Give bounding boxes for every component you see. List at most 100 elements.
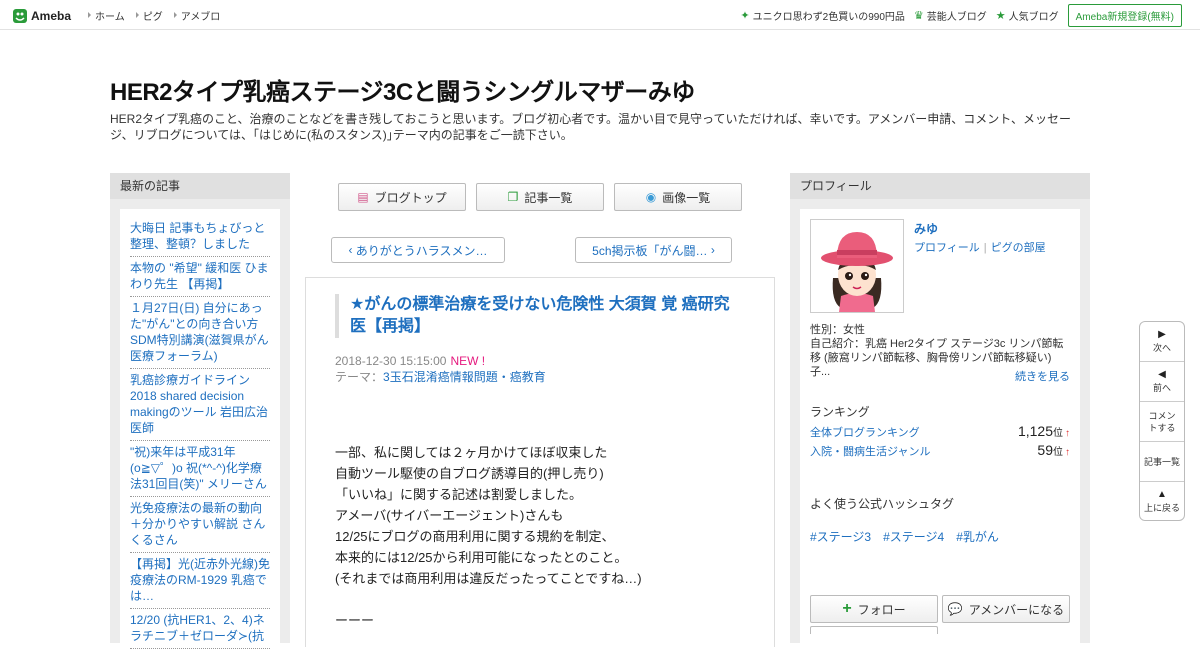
side-top-label: 上に戻る [1143, 503, 1180, 513]
list-item[interactable]: 光免疫療法の最新の動向＋分かりやすい解説 さんくるさん [130, 497, 270, 553]
next-article-label: 5ch掲示板「がん闘… [592, 243, 708, 258]
uniqlo-link-label: ユニクロ思わず2色買いの990円品 [752, 11, 905, 23]
nav-pigg[interactable]: ピグ [136, 8, 163, 23]
prev-article-button[interactable]: ‹ ありがとうハラスメン… [331, 237, 505, 263]
side-article-list-button[interactable]: 記事一覧 [1140, 442, 1184, 482]
overall-ranking-link[interactable]: 全体ブログランキング [810, 424, 920, 440]
avatar[interactable] [810, 219, 904, 313]
side-nav: ▶ 次へ ◀ 前へ コメントする 記事一覧 ▲ 上に戻る [1139, 321, 1185, 521]
trend-up-icon: ↑ [1065, 428, 1070, 439]
trend-up-icon: ↑ [1065, 447, 1070, 458]
list-item[interactable]: 本物の "希望" 緩和医 ひまわり先生 【再掲】 [130, 257, 270, 297]
profile-name[interactable]: みゆ [914, 220, 938, 237]
image-list-button[interactable]: ◉ 画像一覧 [614, 183, 742, 211]
recent-article-link[interactable]: 12/20 (抗HER1、2、4)ネラチニブ＋ゼローダ≻(抗 [130, 613, 265, 643]
logo-text: Ameba [31, 8, 72, 23]
article-date: 2018-12-30 15:15:00 [335, 354, 447, 368]
blog-toolbar: ▤ ブログトップ ❐ 記事一覧 ◉ 画像一覧 [338, 183, 742, 211]
recent-article-link[interactable]: 光免疫療法の最新の動向＋分かりやすい解説 さんくるさん [130, 501, 265, 547]
article-meta: 2018-12-30 15:15:00 NEW ! テーマ：3玉石混淆癌情報問題・… [335, 353, 546, 385]
ranking-value: 1,125位 ↑ [1018, 423, 1070, 439]
image-list-label: 画像一覧 [662, 190, 711, 205]
celebrity-blog-label: 芸能人ブログ [926, 11, 987, 23]
prev-article-label: ありがとうハラスメン… [355, 243, 488, 258]
nav-ameblo[interactable]: アメブロ [174, 8, 221, 23]
side-comment-button[interactable]: コメントする [1140, 402, 1184, 442]
star-icon: ★ [995, 9, 1006, 22]
celebrity-blog-link[interactable]: ♛ 芸能人ブログ [914, 8, 987, 23]
recent-article-link[interactable]: 大晦日 記事もちょびっと整理、整頓？しました [130, 221, 265, 251]
rank-number: 59 [1037, 442, 1053, 458]
recent-articles-heading: 最新の記事 [110, 173, 290, 199]
ameba-logo-icon [13, 8, 27, 23]
hashtag-link[interactable]: #ステージ3 [810, 528, 871, 545]
profile-gender: 性別：女性 [810, 324, 865, 336]
next-article-button[interactable]: 5ch掲示板「がん闘… › [575, 237, 732, 263]
hashtag-link[interactable]: #乳がん [956, 528, 999, 545]
list-item[interactable]: 大晦日 記事もちょびっと整理、整頓？しました [130, 217, 270, 257]
read-more-link[interactable]: 続きを見る [1015, 368, 1070, 384]
top-bar: Ameba ホーム ピグ アメブロ ✦ ユニクロ思わず2色買いの990円品 ♛ 芸能… [0, 0, 1200, 30]
popular-blog-link[interactable]: ★ 人気ブログ [996, 8, 1059, 23]
recent-article-link[interactable]: 本物の "希望" 緩和医 ひまわり先生 【再掲】 [130, 261, 269, 291]
uniqlo-link[interactable]: ✦ ユニクロ思わず2色買いの990円品 [740, 8, 904, 23]
article-line: 12/25にブログの商用利用に関する規約を制定、 [335, 529, 615, 544]
recent-article-link[interactable]: 【再掲】光(近赤外光線)免疫療法のRM-1929 乳癌では… [130, 557, 270, 603]
blog-top-label: ブログトップ [374, 190, 447, 205]
recent-article-link[interactable]: "祝)来年は平成31年(o≧▽゜)o 祝(*^-^)化学療法31回目(笑)" メ… [130, 445, 267, 491]
profile-link[interactable]: プロフィール [914, 242, 980, 254]
side-comment-label: コメントする [1148, 410, 1176, 433]
chevron-right-icon: › [710, 243, 715, 257]
chevron-left-icon: ‹ [348, 243, 353, 257]
register-button[interactable]: Ameba新規登録(無料) [1067, 3, 1182, 27]
top-nav: ホーム ピグ アメブロ [88, 0, 231, 30]
article-list-label: 記事一覧 [524, 190, 573, 205]
pigg-room-link[interactable]: ピグの部屋 [991, 242, 1046, 254]
prev-icon: ◀ [1158, 368, 1166, 380]
profile-panel: プロフィール みゆ プロフィール | ピグの部屋 性別：女性 自己紹介：乳癌 H… [790, 173, 1090, 643]
article-line [335, 589, 642, 610]
profile-heading: プロフィール [790, 173, 1090, 199]
sparkle-icon: ✦ [740, 9, 750, 22]
side-top-button[interactable]: ▲ 上に戻る [1140, 482, 1184, 522]
article-list-button[interactable]: ❐ 記事一覧 [476, 183, 604, 211]
side-next-label: 次へ [1152, 342, 1171, 353]
ranking-value: 59位 ↑ [1037, 442, 1070, 458]
rank-unit: 位 [1053, 428, 1063, 439]
top-icon: ▲ [1157, 489, 1167, 500]
list-item[interactable]: 【再掲】光(近赤外光線)免疫療法のRM-1929 乳癌では… [130, 553, 270, 609]
profile-links: プロフィール | ピグの部屋 [914, 239, 1046, 255]
side-prev-label: 前へ [1152, 382, 1171, 393]
plus-icon: + [842, 600, 852, 617]
recent-articles-panel: 最新の記事 大晦日 記事もちょびっと整理、整頓？しました 本物の "希望" 緩和… [110, 173, 290, 649]
list-item[interactable]: １月27日(日) 自分にあった"がん"との向き合い方SDM特別講演(滋賀県がん医… [130, 297, 270, 369]
article-line: アメーバ(サイバーエージェント)さんも [335, 508, 564, 523]
genre-ranking-link[interactable]: 入院・闘病生活ジャンル [810, 443, 930, 459]
list-item[interactable]: 乳癌診療ガイドライン2018 shared decision makingのツー… [130, 369, 270, 441]
rank-unit: 位 [1053, 447, 1063, 458]
amember-button[interactable]: 💬 アメンバーになる [942, 595, 1070, 623]
side-prev-button[interactable]: ◀ 前へ [1140, 362, 1184, 402]
recent-article-link[interactable]: １月27日(日) 自分にあった"がん"との向き合い方SDM特別講演(滋賀県がん医… [130, 301, 269, 363]
new-badge: NEW ! [450, 354, 486, 368]
article-line: 一部、私に関しては２ヶ月かけてほぼ収束した [335, 445, 608, 460]
ranking-row: 全体ブログランキング 1,125位 ↑ [810, 423, 1070, 440]
nav-home[interactable]: ホーム [88, 8, 125, 23]
hashtag-link[interactable]: #ステージ4 [883, 528, 944, 545]
blog-top-button[interactable]: ▤ ブログトップ [338, 183, 466, 211]
list-item[interactable]: "祝)来年は平成31年(o≧▽゜)o 祝(*^-^)化学療法31回目(笑)" メ… [130, 441, 270, 497]
ranking-row: 入院・闘病生活ジャンル 59位 ↑ [810, 442, 1070, 459]
theme-link[interactable]: 3玉石混淆癌情報問題・癌教育 [383, 370, 546, 384]
side-next-button[interactable]: ▶ 次へ [1140, 322, 1184, 362]
blog-description: HER2タイプ乳癌のこと、治療のことなどを書き残しておこうと思います。ブログ初心… [110, 112, 1072, 142]
article-line: 「いいね」に関する記述は割愛しました。 [335, 487, 583, 502]
crown-icon: ♛ [913, 9, 924, 22]
hashtag-list: #ステージ3 #ステージ4 #乳がん [810, 528, 999, 545]
article-line: ーーー [335, 613, 375, 628]
follow-button[interactable]: + フォロー [810, 595, 938, 623]
list-item[interactable]: 12/20 (抗HER1、2、4)ネラチニブ＋ゼローダ≻(抗 [130, 609, 270, 649]
blog-title[interactable]: HER2タイプ乳癌ステージ3Cと闘うシングルマザーみゆ [110, 72, 695, 107]
ameba-logo[interactable]: Ameba [12, 7, 71, 24]
article-title[interactable]: ★がんの標準治療を受けない危険性 大須賀 覚 癌研究医【再掲】 [335, 294, 745, 338]
recent-article-link[interactable]: 乳癌診療ガイドライン2018 shared decision makingのツー… [130, 373, 268, 435]
